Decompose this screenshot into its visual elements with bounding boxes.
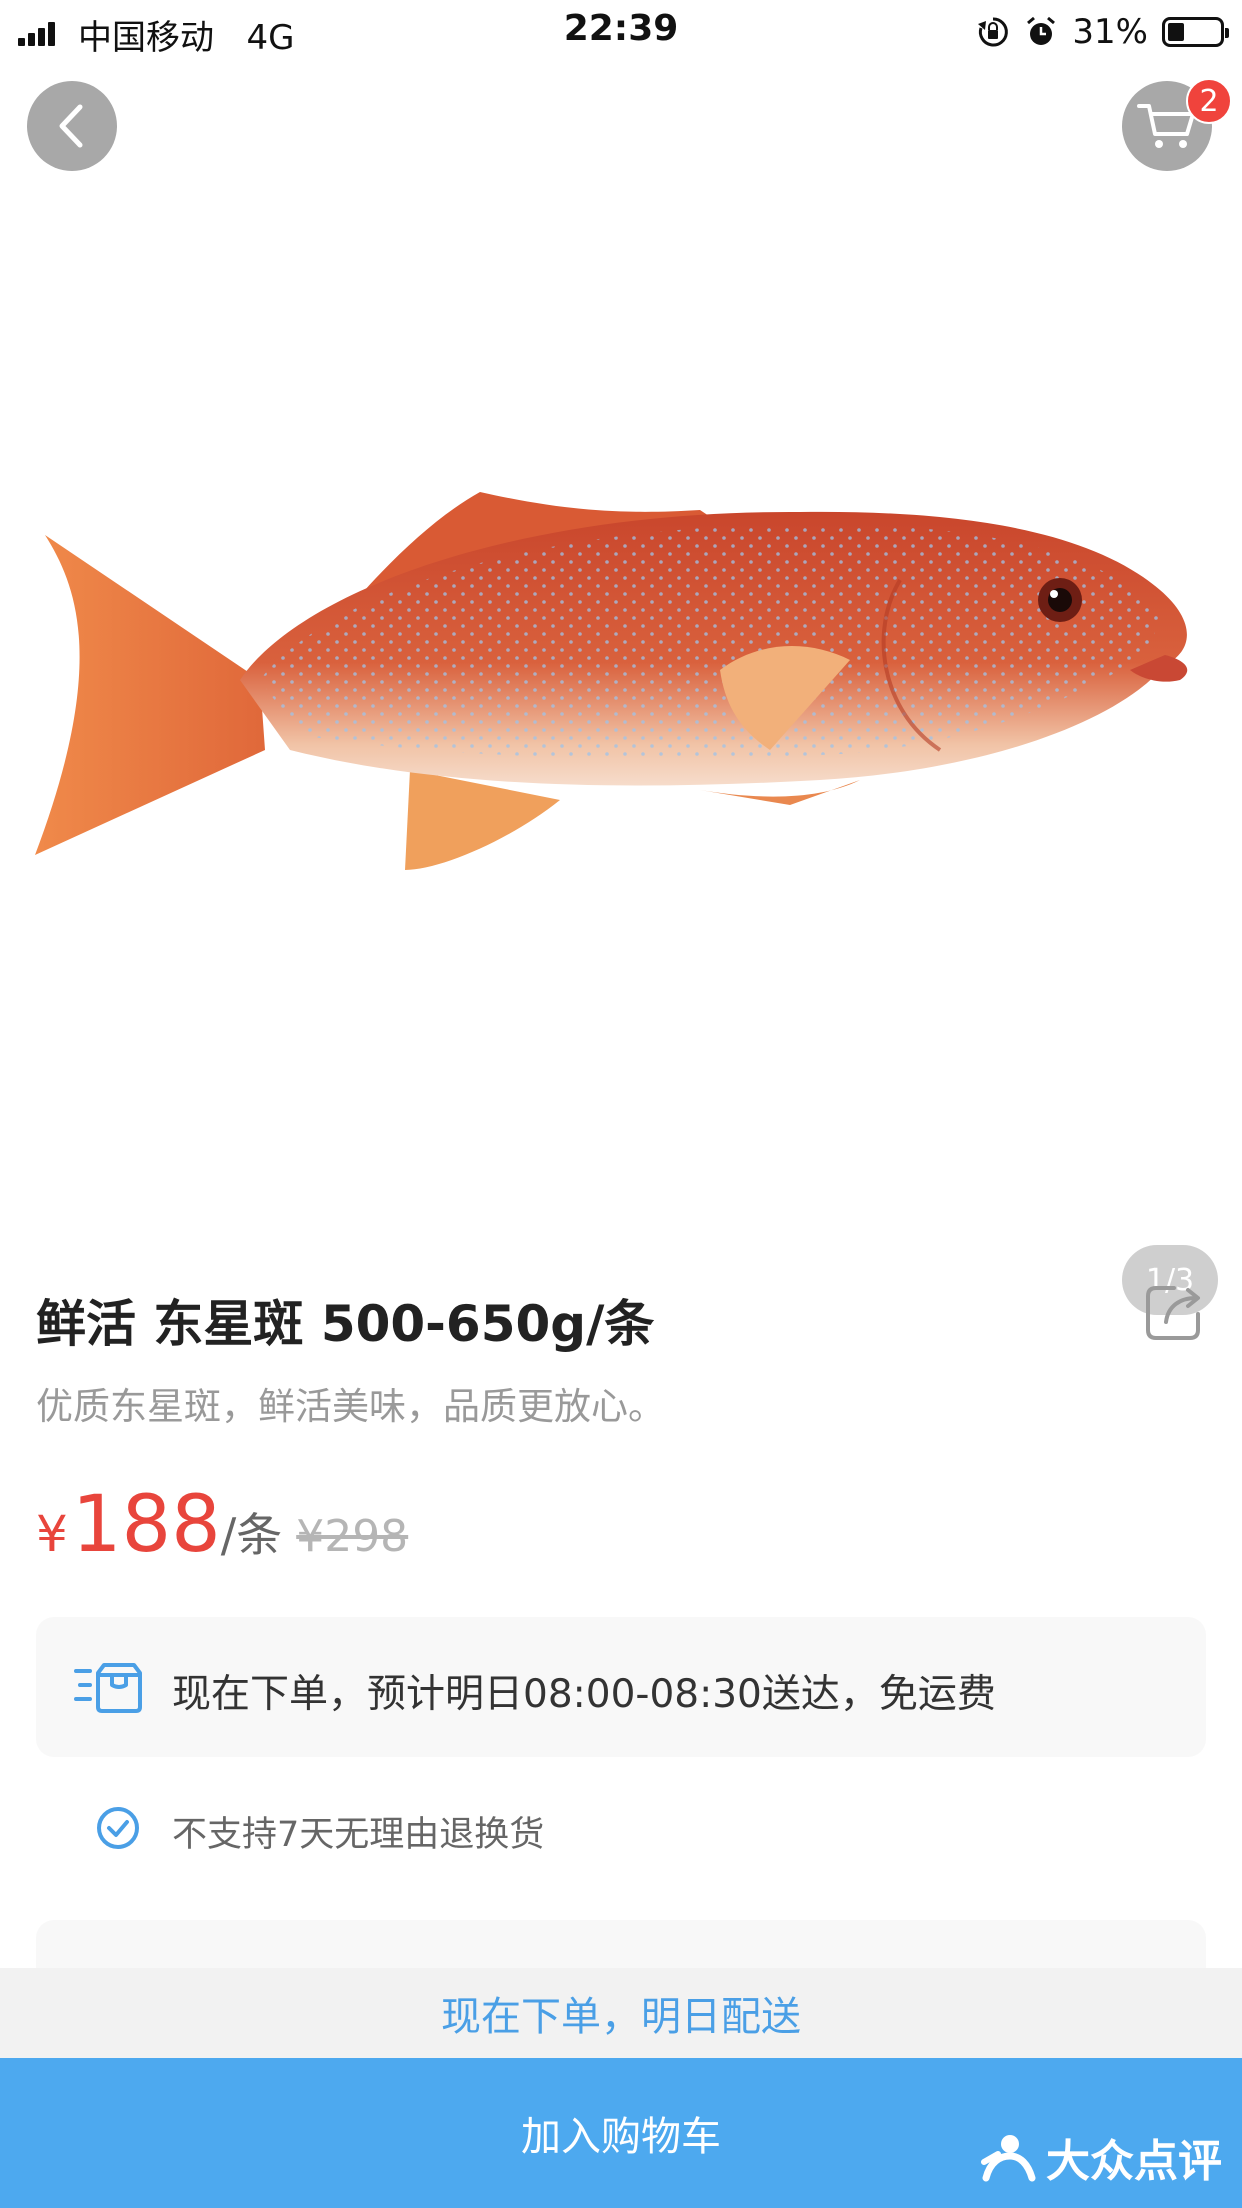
back-button[interactable] <box>27 81 117 171</box>
return-policy-text: 不支持7天无理由退换货 <box>172 1815 545 1855</box>
battery-fill <box>1168 23 1184 41</box>
fish-image <box>35 492 1188 870</box>
share-button[interactable] <box>1144 1282 1206 1344</box>
current-price: 188 <box>71 1480 221 1570</box>
chevron-left-icon <box>59 104 83 148</box>
delivery-info-card: 现在下单，预计明日08:00-08:30送达，免运费 <box>36 1617 1206 1757</box>
battery-percent: 31% <box>1072 12 1148 52</box>
cart-count-badge: 2 <box>1186 78 1232 124</box>
watermark-text: 大众点评 <box>1046 2136 1222 2187</box>
product-title: 鲜活 东星斑 500-650g/条 <box>36 1295 655 1353</box>
check-circle-icon <box>97 1807 139 1849</box>
delivery-notice-bar: 现在下单，明日配送 <box>0 1968 1242 2058</box>
dianping-watermark: 大众点评 <box>980 2125 1222 2189</box>
rotation-lock-icon <box>978 17 1009 47</box>
delivery-text: 现在下单，预计明日08:00-08:30送达，免运费 <box>172 1672 996 1717</box>
share-icon <box>1146 1286 1200 1340</box>
status-bar: 中国移动 4G 22:39 31% <box>0 0 1242 62</box>
battery-icon <box>1162 17 1229 47</box>
currency-symbol: ¥ <box>36 1505 68 1563</box>
delivery-box-icon <box>74 1663 142 1713</box>
product-image[interactable]: 1/3 <box>0 150 1242 1315</box>
add-to-cart-label: 加入购物车 <box>521 2114 721 2160</box>
alarm-icon <box>1027 16 1056 45</box>
price-unit: /条 <box>220 1508 283 1562</box>
dianping-logo-icon <box>981 2135 1036 2182</box>
status-icons: 31% <box>976 10 1229 54</box>
original-price: ¥298 <box>296 1511 409 1562</box>
price-row: ¥ 188 /条 ¥298 <box>36 1480 408 1570</box>
product-subtitle: 优质东星斑，鲜活美味，品质更放心。 <box>36 1385 665 1428</box>
